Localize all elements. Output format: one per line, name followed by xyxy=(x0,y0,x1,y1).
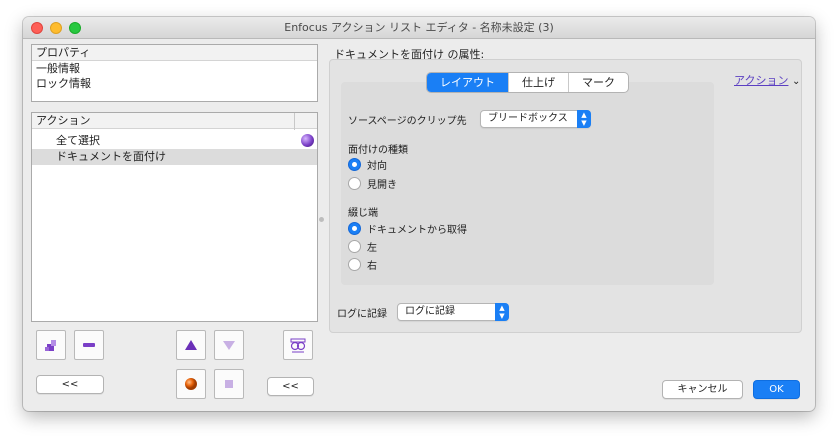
radio-dot xyxy=(348,222,361,235)
action-item-impose-document[interactable]: ドキュメントを面付け xyxy=(32,149,317,165)
attribute-tabs: レイアウト 仕上げ マーク xyxy=(426,72,629,93)
radio-spread-label: 見開き xyxy=(367,180,397,191)
radio-from-document-label: ドキュメントから取得 xyxy=(367,225,467,236)
minimize-window-button[interactable] xyxy=(50,22,62,34)
updown-arrows-icon: ▲ ▼ xyxy=(495,303,509,321)
triangle-down-icon xyxy=(223,341,235,350)
imposition-type-label: 面付けの種類 xyxy=(348,145,408,156)
cancel-button[interactable]: キャンセル xyxy=(662,380,743,399)
radio-facing[interactable]: 対向 xyxy=(348,157,387,172)
properties-item-lock[interactable]: ロック情報 xyxy=(32,76,317,91)
stop-square-icon xyxy=(225,380,233,388)
stop-button[interactable] xyxy=(214,369,244,399)
title-bar: Enfocus アクション リスト エディタ - 名称未設定 (3) xyxy=(23,17,815,39)
properties-header: プロパティ xyxy=(32,45,317,61)
move-up-button[interactable] xyxy=(176,330,206,360)
properties-panel: プロパティ 一般情報 ロック情報 xyxy=(31,44,318,102)
actions-header-divider xyxy=(294,113,295,130)
action-status-orb-icon xyxy=(301,134,314,147)
action-list-editor-window: Enfocus アクション リスト エディタ - 名称未設定 (3) プロパティ… xyxy=(23,17,815,411)
action-item-select-all[interactable]: 全て選択 xyxy=(32,133,317,149)
run-button[interactable] xyxy=(176,369,206,399)
window-title: Enfocus アクション リスト エディタ - 名称未設定 (3) xyxy=(284,21,554,34)
tab-layout[interactable]: レイアウト xyxy=(427,73,508,92)
log-label: ログに記録 xyxy=(337,309,387,320)
radio-right-label: 右 xyxy=(367,261,377,272)
radio-facing-label: 対向 xyxy=(367,161,387,172)
clip-label: ソースページのクリップ先 xyxy=(348,116,467,127)
radio-right[interactable]: 右 xyxy=(348,257,377,272)
radio-dot xyxy=(348,258,361,271)
log-popup-value: ログに記録 xyxy=(405,306,455,317)
radio-left-label: 左 xyxy=(367,243,377,254)
actions-menu-link[interactable]: アクション ⌄ xyxy=(734,72,800,88)
move-down-button[interactable] xyxy=(214,330,244,360)
collapse-left-button[interactable]: << xyxy=(36,375,104,394)
triangle-up-icon xyxy=(185,340,197,350)
minus-icon xyxy=(83,343,95,347)
tab-marks[interactable]: マーク xyxy=(568,73,628,92)
pane-splitter-handle[interactable] xyxy=(319,217,324,222)
radio-spread[interactable]: 見開き xyxy=(348,176,397,191)
radio-dot xyxy=(348,177,361,190)
ok-button[interactable]: OK xyxy=(753,380,800,399)
binding-label: 綴じ端 xyxy=(348,208,378,219)
radio-dot xyxy=(348,158,361,171)
updown-arrows-icon: ▲ ▼ xyxy=(577,110,591,128)
inspect-button[interactable] xyxy=(283,330,313,360)
tab-finishing[interactable]: 仕上げ xyxy=(508,73,568,92)
clip-popup-value: ブリードボックス xyxy=(488,113,568,124)
radio-from-document[interactable]: ドキュメントから取得 xyxy=(348,221,467,236)
add-action-icon xyxy=(45,340,56,351)
radio-dot xyxy=(348,240,361,253)
close-window-button[interactable] xyxy=(31,22,43,34)
clip-popup[interactable]: ブリードボックス ▲ ▼ xyxy=(480,110,591,128)
properties-item-general[interactable]: 一般情報 xyxy=(32,61,317,76)
log-popup[interactable]: ログに記録 ▲ ▼ xyxy=(397,303,509,321)
actions-link-label: アクション xyxy=(734,74,789,87)
remove-action-button[interactable] xyxy=(74,330,104,360)
radio-left[interactable]: 左 xyxy=(348,239,377,254)
collapse-right-button[interactable]: << xyxy=(267,377,314,396)
actions-header: アクション xyxy=(32,113,317,129)
chevron-down-icon: ⌄ xyxy=(791,76,801,87)
actions-panel: アクション 全て選択 ドキュメントを面付け xyxy=(31,112,318,322)
orange-ball-icon xyxy=(185,378,197,390)
add-action-button[interactable] xyxy=(36,330,66,360)
glasses-icon xyxy=(290,338,306,353)
zoom-window-button[interactable] xyxy=(69,22,81,34)
